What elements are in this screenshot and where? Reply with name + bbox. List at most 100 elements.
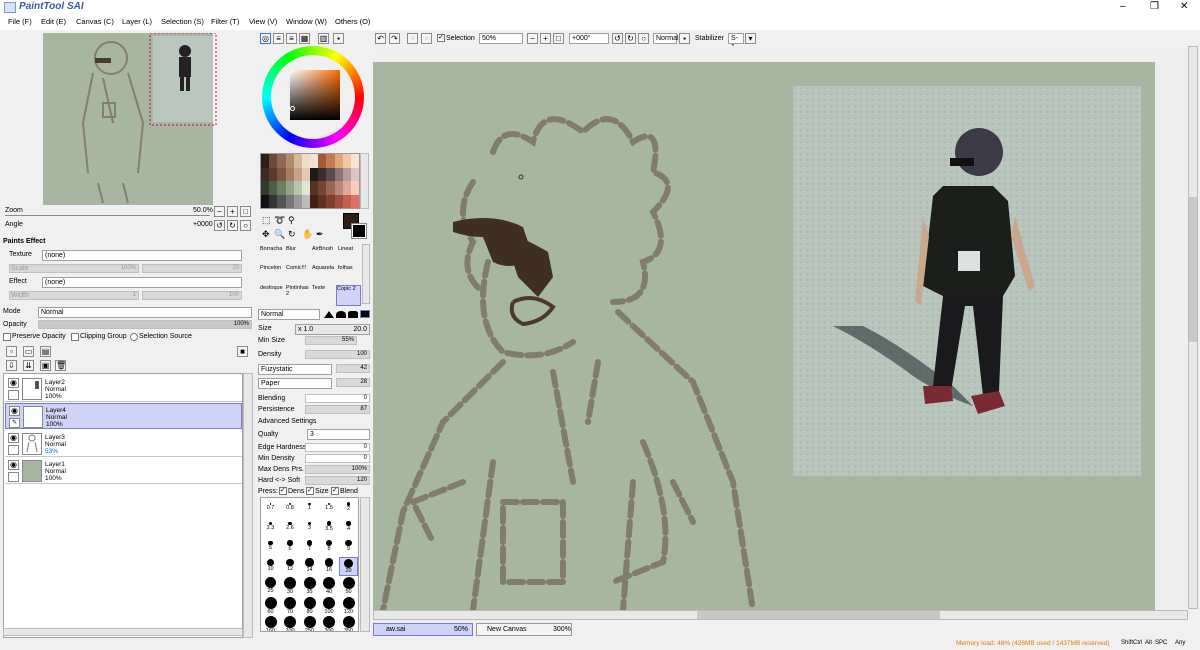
color-swatch[interactable]: [293, 194, 302, 208]
canvas-zoom-fit[interactable]: □: [553, 33, 564, 44]
layer-opacity-slider[interactable]: 100%: [38, 320, 252, 329]
swatch-scrollbar[interactable]: [360, 153, 369, 209]
canvas-zoom-out[interactable]: −: [527, 33, 538, 44]
advanced-settings-header[interactable]: Advanced Settings: [258, 418, 316, 425]
menu-view[interactable]: View (V): [249, 17, 277, 26]
brush-size-cell[interactable]: 80: [300, 596, 319, 615]
secondary-color[interactable]: [351, 223, 367, 239]
brush-size-cell[interactable]: 6: [281, 537, 300, 556]
brush-shape-select[interactable]: Fuzystatic: [258, 364, 332, 375]
brush-size-cell[interactable]: 350: [339, 615, 358, 631]
brush-size-cell[interactable]: 14: [300, 557, 319, 576]
texture-select[interactable]: (none): [42, 250, 242, 261]
menu-layer[interactable]: Layer (L): [122, 17, 152, 26]
canvas[interactable]: [373, 62, 1155, 610]
tool-pincelon[interactable]: Pincelon: [260, 265, 285, 286]
color-swatch[interactable]: [310, 154, 319, 168]
brush-size-cell[interactable]: 2.6: [281, 518, 300, 537]
layer-list-scrollbar[interactable]: [243, 373, 253, 638]
eye-icon[interactable]: ◉: [9, 406, 20, 416]
color-picker-cursor[interactable]: [290, 106, 295, 111]
tool-aquarela[interactable]: Aquarela: [312, 265, 337, 286]
layer-row-layer3[interactable]: ◉ Layer3 Normal 53%: [5, 431, 242, 457]
menu-others[interactable]: Others (O): [335, 17, 370, 26]
canvas-rotate-left[interactable]: ↺: [612, 33, 623, 44]
brush-size-cell[interactable]: 60: [261, 596, 280, 615]
color-swatch[interactable]: [261, 181, 270, 195]
color-swatch[interactable]: [269, 181, 278, 195]
rgb-slider-tab[interactable]: ≡: [273, 33, 284, 44]
tool-comic[interactable]: Comic!!!: [286, 265, 311, 286]
transfer-down-icon[interactable]: ⇩: [6, 360, 17, 371]
color-swatch[interactable]: [318, 154, 327, 168]
brush-size-cell[interactable]: 300: [320, 615, 339, 631]
color-swatch[interactable]: [293, 167, 302, 181]
deselect-button[interactable]: ▫: [407, 33, 418, 44]
brush-size-cell[interactable]: 70: [281, 596, 300, 615]
brush-shape-value[interactable]: 42: [336, 364, 370, 373]
new-layer-icon[interactable]: ▫: [6, 346, 17, 357]
press-blend-checkbox[interactable]: ✓: [331, 487, 339, 495]
zoom-in-button[interactable]: +: [227, 206, 238, 217]
color-swatch[interactable]: [285, 181, 294, 195]
flip-view-button[interactable]: ▪: [679, 33, 690, 44]
color-swatch[interactable]: [269, 154, 278, 168]
lasso-icon[interactable]: ➰: [274, 215, 285, 226]
brush-size-cell[interactable]: 50: [339, 576, 358, 595]
max-dens-slider[interactable]: 100%: [305, 465, 370, 474]
navigator-preview[interactable]: [3, 33, 253, 205]
hand-icon[interactable]: ✋: [302, 229, 313, 240]
paints-effect-header[interactable]: Paints Effect: [3, 238, 45, 245]
undo-button[interactable]: ↶: [375, 33, 386, 44]
brush-size-scrollbar[interactable]: [360, 497, 370, 632]
press-size-checkbox[interactable]: ✓: [306, 487, 314, 495]
color-swatch[interactable]: [334, 194, 343, 208]
tab-aw-sai[interactable]: aw.sai 50%: [373, 623, 473, 636]
brush-size-cell[interactable]: 200: [281, 615, 300, 631]
rotate-reset-button[interactable]: ○: [240, 220, 251, 231]
press-dens-checkbox[interactable]: ✓: [279, 487, 287, 495]
canvas-vscroll[interactable]: [1188, 46, 1198, 609]
magic-wand-icon[interactable]: ⚲: [288, 215, 295, 226]
color-swatch[interactable]: [269, 194, 278, 208]
tool-lineat[interactable]: Lineat: [338, 246, 363, 267]
color-swatch[interactable]: [310, 167, 319, 181]
brush-blend-mode[interactable]: Normal: [258, 309, 320, 320]
color-swatch[interactable]: [285, 194, 294, 208]
layer-row-layer1[interactable]: ◉ Layer1 Normal 100%: [5, 458, 242, 484]
close-button[interactable]: ✕: [1180, 1, 1188, 12]
quality-select[interactable]: 3: [307, 429, 370, 440]
color-swatch[interactable]: [277, 154, 286, 168]
color-swatch[interactable]: [301, 194, 310, 208]
brush-size-cell[interactable]: 0.8: [281, 498, 300, 517]
brush-size-cell[interactable]: 2: [339, 498, 358, 517]
brush-size-cell[interactable]: 20: [339, 556, 358, 576]
brush-size-cell[interactable]: 100: [320, 596, 339, 615]
color-swatch[interactable]: [318, 167, 327, 181]
tool-borracha[interactable]: Borracha: [260, 246, 285, 267]
layer-list[interactable]: ◉ Layer2 Normal 100% ◉ ✎ Layer4 Normal 100% …: [3, 373, 243, 638]
color-wheel-tab[interactable]: ◎: [260, 33, 271, 44]
color-swatch[interactable]: [269, 167, 278, 181]
min-density-slider[interactable]: 0: [305, 454, 370, 463]
menu-filter[interactable]: Filter (T): [211, 17, 239, 26]
layer-panel-menu-icon[interactable]: ■: [237, 346, 248, 357]
rotate-icon[interactable]: ↻: [288, 229, 296, 240]
brush-texture-value[interactable]: 28: [336, 378, 370, 387]
color-swatch[interactable]: [293, 181, 302, 195]
menu-file[interactable]: File (F): [8, 17, 32, 26]
layer-list-hscroll[interactable]: [3, 628, 243, 636]
new-folder-icon[interactable]: ▤: [40, 346, 51, 357]
color-swatch[interactable]: [293, 154, 302, 168]
rotate-right-button[interactable]: ↻: [227, 220, 238, 231]
brush-size-cell[interactable]: 9: [339, 537, 358, 556]
zoom-icon[interactable]: 🔍: [274, 229, 285, 240]
color-swatches[interactable]: [260, 153, 360, 209]
color-swatch[interactable]: [261, 194, 270, 208]
brush-icon[interactable]: ✎: [9, 418, 20, 428]
color-swatch[interactable]: [350, 154, 359, 168]
tool-folhas[interactable]: folhas: [338, 265, 363, 286]
menu-window[interactable]: Window (W): [286, 17, 327, 26]
color-swatch[interactable]: [285, 154, 294, 168]
brush-size-slider[interactable]: x 1.0 20.0: [295, 324, 370, 335]
